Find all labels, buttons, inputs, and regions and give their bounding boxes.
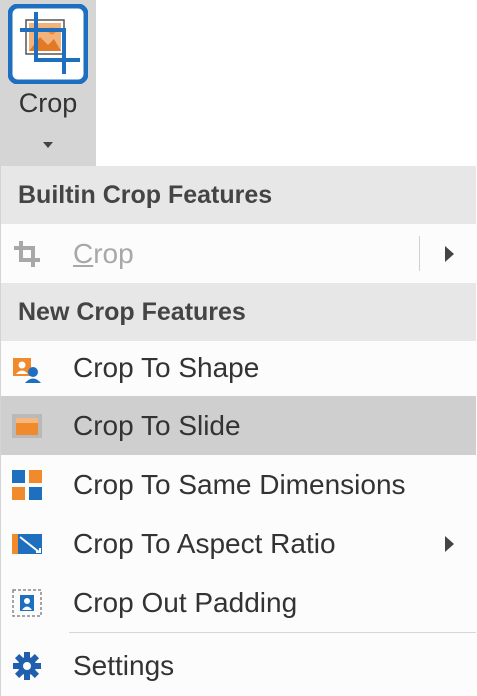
menu-item-label: Crop To Slide bbox=[73, 410, 241, 441]
section-header-builtin: Builtin Crop Features bbox=[1, 166, 476, 224]
crop-out-padding-icon bbox=[12, 589, 42, 617]
crop-icon bbox=[14, 241, 40, 267]
menu-item-settings[interactable]: Settings bbox=[1, 636, 476, 695]
menu-item-label: Crop To Same Dimensions bbox=[73, 469, 406, 500]
menu-item-crop-to-shape[interactable]: Crop To Shape bbox=[1, 338, 476, 397]
crop-to-aspect-ratio-icon bbox=[12, 534, 42, 554]
menu-item-label: Crop Out Padding bbox=[73, 587, 298, 618]
section-header-new: New Crop Features bbox=[1, 283, 476, 341]
gear-icon bbox=[13, 652, 41, 680]
crop-to-same-dimensions-icon bbox=[12, 470, 42, 500]
menu-item-label: Crop bbox=[73, 238, 134, 269]
crop-ribbon-button[interactable]: Crop bbox=[0, 0, 96, 166]
menu-item-crop[interactable]: Crop bbox=[1, 224, 476, 283]
chevron-down-icon[interactable] bbox=[43, 142, 53, 148]
menu-item-label: Crop To Aspect Ratio bbox=[73, 528, 336, 559]
submenu-arrow-icon[interactable] bbox=[445, 536, 454, 552]
crop-button-label: Crop bbox=[18, 88, 78, 118]
menu-item-crop-to-same-dimensions[interactable]: Crop To Same Dimensions bbox=[1, 455, 476, 514]
menu-item-crop-out-padding[interactable]: Crop Out Padding bbox=[1, 573, 476, 632]
menu-item-label: Settings bbox=[73, 650, 175, 681]
crop-to-slide-icon bbox=[12, 414, 42, 438]
menu-item-crop-to-aspect-ratio[interactable]: Crop To Aspect Ratio bbox=[1, 514, 476, 573]
crop-picture-icon bbox=[8, 4, 88, 84]
crop-dropdown-menu: Builtin Crop Features Crop New Crop Feat… bbox=[0, 166, 476, 696]
crop-to-shape-icon bbox=[13, 358, 41, 383]
submenu-separator bbox=[419, 236, 420, 271]
menu-item-crop-to-slide[interactable]: Crop To Slide bbox=[1, 396, 476, 455]
menu-divider bbox=[69, 632, 476, 633]
submenu-arrow-icon[interactable] bbox=[445, 246, 454, 262]
menu-item-label: Crop To Shape bbox=[73, 352, 260, 383]
